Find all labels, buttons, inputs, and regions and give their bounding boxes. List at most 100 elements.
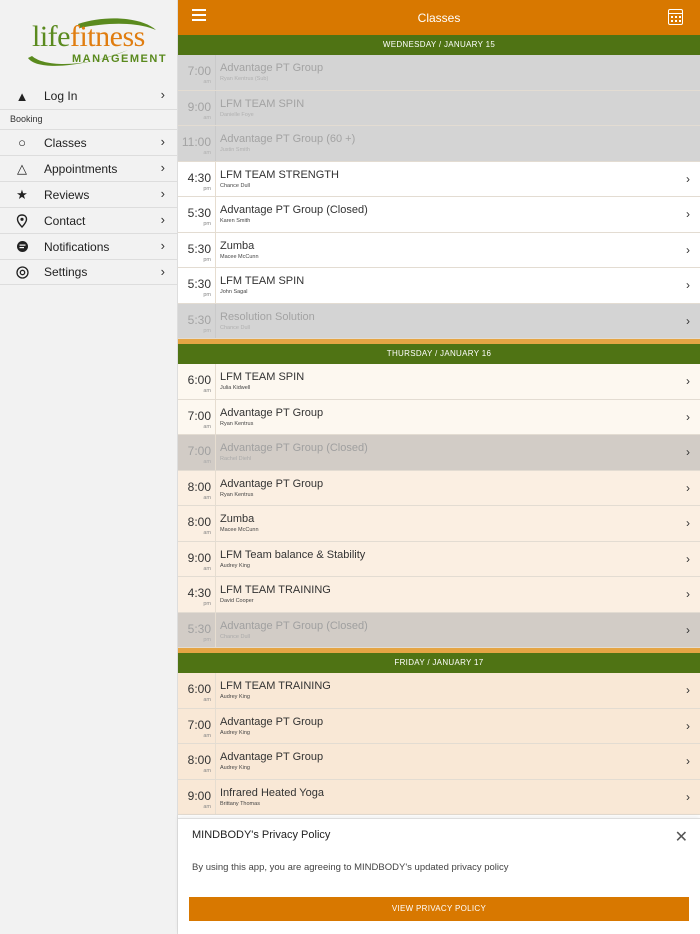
class-name: LFM Team balance & Stability xyxy=(220,548,366,561)
class-name: LFM TEAM STRENGTH xyxy=(220,168,339,181)
time-column: 5:30 pm xyxy=(178,612,216,647)
chevron-right-icon: › xyxy=(686,516,690,530)
sidebar-item-label: Classes xyxy=(44,135,87,150)
sidebar-item-settings[interactable]: Settings › xyxy=(0,259,177,285)
class-ampm: am xyxy=(203,79,211,85)
page-title: Classes xyxy=(417,11,461,25)
class-ampm: pm xyxy=(203,292,211,298)
class-row[interactable]: 7:00 am Advantage PT Group Ryan Kentrus › xyxy=(178,399,700,435)
chevron-right-icon: › xyxy=(686,754,690,768)
privacy-message: By using this app, you are agreeing to M… xyxy=(192,862,509,873)
chevron-right-icon: › xyxy=(686,587,690,601)
class-instructor: Ryan Kentrus xyxy=(220,491,254,498)
chevron-right-icon: › xyxy=(160,186,165,201)
class-instructor: Macee McCunn xyxy=(220,527,259,533)
class-name: Resolution Solution xyxy=(220,310,315,323)
sidebar-item-reviews[interactable]: ★ Reviews › xyxy=(0,181,177,207)
sidebar-item-label: Settings xyxy=(44,265,88,279)
class-ampm: am xyxy=(203,494,211,501)
class-name: Advantage PT Group (Closed) xyxy=(220,619,368,632)
class-instructor: Julia Kidwell xyxy=(220,385,251,391)
close-icon[interactable]: ✕ xyxy=(675,827,688,847)
sidebar-item-notifications[interactable]: Notifications › xyxy=(0,233,177,259)
chevron-right-icon: › xyxy=(160,212,165,227)
class-row[interactable]: 6:00 am LFM TEAM TRAINING Audrey King › xyxy=(178,673,700,709)
sidebar-item-appointments[interactable]: △ Appointments › xyxy=(0,155,177,181)
chevron-right-icon: › xyxy=(686,313,690,328)
calendar-icon[interactable] xyxy=(668,9,683,25)
sidebar-item-classes[interactable]: ○ Classes › xyxy=(0,129,177,155)
time-column: 4:30 pm xyxy=(178,161,216,196)
time-column: 7:00 am xyxy=(178,435,216,470)
view-privacy-policy-button[interactable]: VIEW PRIVACY POLICY xyxy=(189,897,689,921)
class-name: Advantage PT Group xyxy=(220,715,324,728)
class-instructor: Audrey King xyxy=(220,765,250,771)
class-row[interactable]: 9:00 am LFM Team balance & Stability Audrey… xyxy=(178,541,700,577)
class-time: 5:30 xyxy=(187,241,211,256)
class-ampm: pm xyxy=(203,327,211,334)
time-column: 7:00 am xyxy=(178,399,216,434)
class-name: Advantage PT Group (Closed) xyxy=(220,204,368,216)
class-ampm: pm xyxy=(203,601,211,607)
sidebar-item-label: Reviews xyxy=(44,187,90,202)
chevron-right-icon: › xyxy=(160,134,165,149)
class-time: 6:00 xyxy=(187,682,211,696)
class-name: LFM TEAM TRAINING xyxy=(220,680,331,692)
class-name: Advantage PT Group xyxy=(220,406,324,419)
chevron-right-icon: › xyxy=(686,409,690,424)
class-time: 8:00 xyxy=(187,515,211,529)
class-instructor: Chance Dull xyxy=(220,324,250,331)
class-row[interactable]: 5:30 pm Resolution Solution Chance Dull › xyxy=(178,303,700,339)
class-ampm: am xyxy=(203,150,211,156)
class-instructor: Brittany Thomas xyxy=(220,800,260,807)
time-column: 11:00 am xyxy=(178,126,216,161)
sidebar-item-contact[interactable]: Contact › xyxy=(0,207,177,233)
class-row[interactable]: 5:30 pm Advantage PT Group (Closed) Karen S… xyxy=(178,197,700,233)
chevron-right-icon: › xyxy=(686,171,690,186)
sidebar-item-label: Notifications xyxy=(44,239,110,254)
class-row[interactable]: 8:00 am Advantage PT Group Audrey King › xyxy=(178,744,700,780)
time-column: 9:00 am xyxy=(178,541,216,576)
class-row[interactable]: 5:30 pm Zumba Macee McCunn › xyxy=(178,232,700,268)
class-row[interactable]: 11:00 am Advantage PT Group (60 +) Justin S… xyxy=(178,126,700,162)
class-time: 6:00 xyxy=(187,373,211,387)
class-time: 4:30 xyxy=(187,170,211,185)
chevron-right-icon: › xyxy=(686,622,690,637)
class-instructor: Chance Dull xyxy=(220,182,250,189)
chevron-right-icon: › xyxy=(686,242,690,257)
class-row[interactable]: 9:00 am Infrared Heated Yoga Brittany Thoma… xyxy=(178,779,700,815)
top-app-bar: Classes xyxy=(178,0,700,35)
class-ampm: am xyxy=(203,697,211,703)
class-time: 7:00 xyxy=(187,64,211,78)
class-ampm: am xyxy=(203,388,211,394)
class-ampm: am xyxy=(203,530,211,536)
class-name: Infrared Heated Yoga xyxy=(220,786,324,799)
chevron-right-icon: › xyxy=(686,278,690,292)
class-instructor: Audrey King xyxy=(220,729,250,736)
chevron-right-icon: › xyxy=(686,718,690,733)
class-row[interactable]: 5:30 pm Advantage PT Group (Closed) Chance … xyxy=(178,612,700,648)
time-column: 7:00 am xyxy=(178,55,216,90)
class-instructor: John Sagal xyxy=(220,289,248,295)
time-column: 5:30 pm xyxy=(178,232,216,267)
class-row[interactable]: 4:30 pm LFM TEAM STRENGTH Chance Dull › xyxy=(178,161,700,197)
class-row[interactable]: 5:30 pm LFM TEAM SPIN John Sagal › xyxy=(178,268,700,304)
class-instructor: Rachel Diehl xyxy=(220,456,252,462)
class-row[interactable]: 8:00 am Zumba Macee McCunn › xyxy=(178,506,700,542)
class-row[interactable]: 6:00 am LFM TEAM SPIN Julia Kidwell › xyxy=(178,364,700,400)
class-name: LFM TEAM TRAINING xyxy=(220,584,331,596)
class-row[interactable]: 9:00 am LFM TEAM SPIN Danielle Foye xyxy=(178,90,700,126)
class-row[interactable]: 8:00 am Advantage PT Group Ryan Kentrus › xyxy=(178,470,700,506)
chevron-right-icon: › xyxy=(686,374,690,388)
day-header: WEDNESDAY / JANUARY 15 xyxy=(178,35,700,55)
sidebar-item-login[interactable]: ▲ Log In › xyxy=(0,83,177,110)
class-row[interactable]: 7:00 am Advantage PT Group Ryan Kentrus (Su… xyxy=(178,55,700,91)
class-row[interactable]: 7:00 am Advantage PT Group Audrey King › xyxy=(178,708,700,744)
chevron-right-icon: › xyxy=(686,480,690,495)
logo: lifefitness MANAGEMENT xyxy=(0,0,177,80)
class-row[interactable]: 4:30 pm LFM TEAM TRAINING David Cooper › xyxy=(178,577,700,613)
time-column: 8:00 am xyxy=(178,744,216,779)
class-time: 8:00 xyxy=(187,479,211,494)
class-time: 4:30 xyxy=(187,586,211,600)
class-row[interactable]: 7:00 am Advantage PT Group (Closed) Rachel … xyxy=(178,435,700,471)
